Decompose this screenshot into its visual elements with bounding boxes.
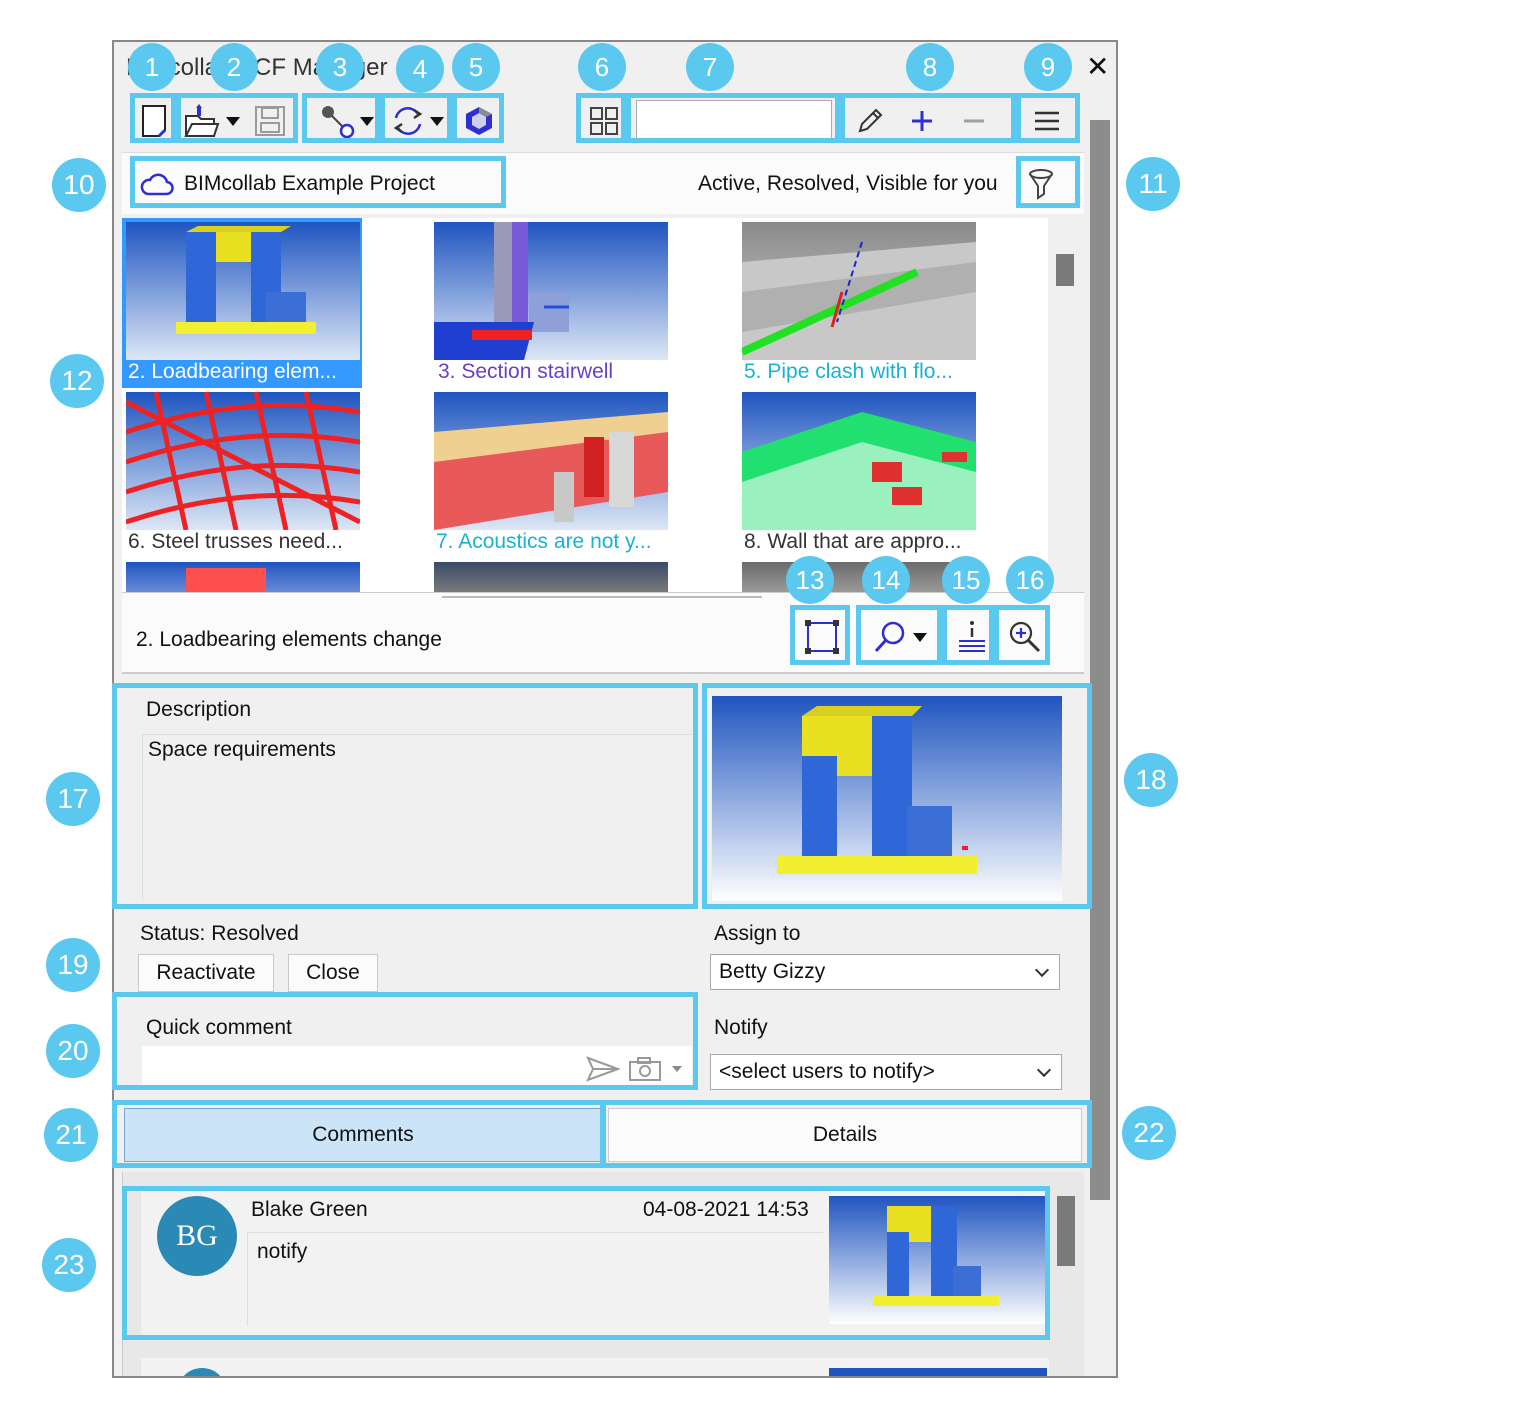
callout-badge-1: 1 — [128, 43, 176, 91]
highlight-3 — [302, 93, 380, 143]
highlight-18 — [702, 683, 1092, 909]
highlight-10 — [130, 156, 506, 208]
issue-thumbnail[interactable] — [742, 562, 976, 592]
callout-badge-6: 6 — [578, 43, 626, 91]
notify-value: <select users to notify> — [719, 1060, 935, 1083]
highlight-22 — [600, 1100, 1092, 1168]
highlight-20 — [112, 992, 698, 1090]
stairwell-model-image — [434, 222, 569, 360]
close-window-button[interactable]: ✕ — [1086, 50, 1109, 83]
filter-summary: Active, Resolved, Visible for you — [698, 172, 998, 195]
highlight-8 — [840, 93, 1016, 143]
reactivate-button[interactable]: Reactivate — [138, 954, 274, 992]
issue-thumbnail[interactable] — [126, 222, 360, 360]
issue-thumbnail[interactable] — [742, 222, 976, 360]
callout-badge-8: 8 — [906, 43, 954, 91]
close-issue-button[interactable]: Close — [288, 954, 378, 992]
chevron-down-icon — [1034, 962, 1050, 978]
notify-select[interactable]: <select users to notify> — [710, 1054, 1062, 1090]
highlight-1 — [130, 93, 176, 143]
issue-title[interactable]: 7. Acoustics are not y... — [436, 530, 652, 554]
issue-thumbnail[interactable] — [742, 392, 976, 530]
comment-scrollbar[interactable] — [1057, 1196, 1075, 1266]
callout-badge-21: 21 — [44, 1108, 98, 1162]
issue-thumbnail-grid: 2. Loadbearing elem... 3. Section stairw… — [122, 218, 1082, 592]
highlight-6 — [576, 93, 626, 143]
callout-badge-5: 5 — [452, 43, 500, 91]
highlight-23 — [122, 1186, 1050, 1340]
highlight-9 — [1016, 93, 1080, 143]
highlight-16 — [994, 605, 1050, 665]
issue-title[interactable]: 5. Pipe clash with flo... — [744, 360, 953, 384]
highlight-13 — [790, 605, 850, 665]
callout-badge-17: 17 — [46, 772, 100, 826]
callout-badge-10: 10 — [52, 158, 106, 212]
avatar — [177, 1368, 227, 1376]
scrollbar-thumb[interactable] — [1056, 254, 1074, 286]
splitter-handle[interactable] — [442, 596, 762, 598]
highlight-21 — [112, 1100, 606, 1168]
issue-title[interactable]: 6. Steel trusses need... — [128, 530, 343, 554]
acoustics-image — [434, 412, 668, 530]
window-scrollbar[interactable] — [1090, 120, 1110, 1200]
issue-title[interactable]: 3. Section stairwell — [438, 360, 613, 384]
chevron-down-icon — [1036, 1062, 1052, 1078]
callout-badge-18: 18 — [1124, 753, 1178, 807]
building-model-image — [176, 226, 316, 334]
callout-badge-23: 23 — [42, 1238, 96, 1292]
callout-badge-2: 2 — [210, 43, 258, 91]
steel-truss-image — [126, 392, 360, 530]
callout-badge-12: 12 — [50, 354, 104, 408]
callout-badge-11: 11 — [1126, 157, 1180, 211]
wall-model-image — [742, 412, 976, 530]
callout-badge-9: 9 — [1024, 43, 1072, 91]
status-label: Status: Resolved — [140, 922, 299, 945]
comment-card[interactable] — [141, 1358, 1049, 1376]
assign-label: Assign to — [714, 922, 801, 945]
highlight-15 — [942, 605, 994, 665]
callout-badge-22: 22 — [1122, 1106, 1176, 1160]
callout-badge-13: 13 — [786, 556, 834, 604]
issue-thumbnail[interactable] — [434, 562, 668, 592]
highlight-7 — [626, 93, 840, 143]
callout-badge-20: 20 — [46, 1024, 100, 1078]
issue-thumbnail[interactable] — [126, 562, 360, 592]
highlight-17 — [112, 683, 698, 909]
issue-title[interactable]: 2. Loadbearing elem... — [128, 360, 337, 384]
issue-thumbnail[interactable] — [434, 222, 668, 360]
comment-snapshot[interactable] — [829, 1368, 1047, 1376]
highlight-2 — [176, 93, 298, 143]
thumbnail-scrollbar[interactable] — [1048, 218, 1082, 592]
highlight-11 — [1016, 156, 1080, 208]
issue-thumbnail[interactable] — [126, 392, 360, 530]
callout-badge-3: 3 — [316, 43, 364, 91]
callout-badge-14: 14 — [862, 556, 910, 604]
highlight-4 — [380, 93, 452, 143]
callout-badge-7: 7 — [686, 43, 734, 91]
highlight-14 — [856, 605, 942, 665]
highlight-5 — [452, 93, 504, 143]
selected-issue-title: 2. Loadbearing elements change — [136, 628, 442, 651]
assign-select[interactable]: Betty Gizzy — [710, 954, 1060, 990]
issue-title[interactable]: 8. Wall that are appro... — [744, 530, 962, 554]
callout-badge-15: 15 — [942, 556, 990, 604]
callout-badge-4: 4 — [396, 45, 444, 93]
notify-label: Notify — [714, 1016, 768, 1039]
callout-badge-19: 19 — [46, 938, 100, 992]
issue-thumbnail[interactable] — [434, 392, 668, 530]
callout-badge-16: 16 — [1006, 556, 1054, 604]
assign-value: Betty Gizzy — [719, 960, 826, 983]
pipe-clash-image — [742, 241, 976, 360]
